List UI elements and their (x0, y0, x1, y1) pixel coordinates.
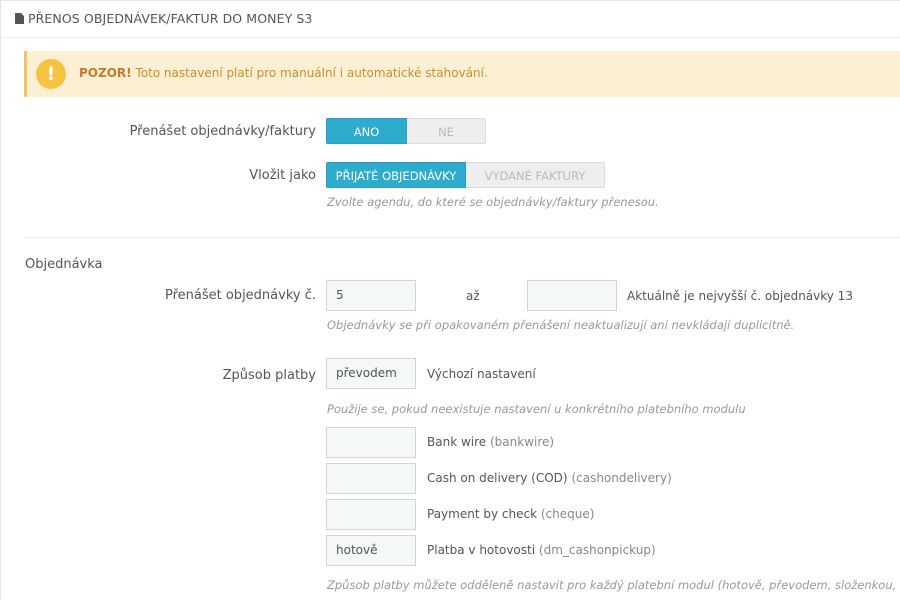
section-divider (24, 237, 900, 238)
order-range-label: Přenášet objednávky č. (164, 288, 316, 303)
payment-module-code: (cashondelivery) (571, 471, 672, 485)
received-orders-option[interactable]: PŘIJATÉ OBJEDNÁVKY (326, 162, 466, 188)
payment-module-input[interactable] (326, 499, 416, 530)
current-max-order-text: Aktuálně je nejvyšší č. objednávky 13 (627, 289, 853, 303)
payment-module-name: Platba v hotovosti (427, 543, 536, 557)
payment-module-input[interactable] (326, 463, 416, 494)
payment-module-label: Cash on delivery (COD) (cashondelivery) (427, 471, 672, 485)
payment-module-code: (bankwire) (489, 435, 555, 449)
order-range-help: Objednávky se při opakovaném přenášení n… (327, 318, 795, 332)
insert-as-help: Zvolte agendu, do které se objednávky/fa… (327, 195, 659, 209)
payment-module-input[interactable] (326, 427, 416, 458)
payment-default-label: Výchozí nastavení (427, 367, 536, 381)
payment-module-name: Payment by check (427, 507, 538, 521)
warning-text: Toto nastavení platí pro manuální i auto… (131, 66, 488, 80)
transfer-yes-option[interactable]: ANO (326, 118, 407, 144)
payment-module-label: Platba v hotovosti (dm_cashonpickup) (427, 543, 656, 557)
payment-help: Použije se, pokud neexistuje nastavení u… (327, 402, 746, 416)
order-from-input[interactable]: 5 (326, 280, 416, 311)
transfer-toggle[interactable]: ANO NE (326, 118, 486, 144)
transfer-no-option[interactable]: NE (407, 118, 486, 144)
payment-default-input[interactable]: převodem (326, 358, 416, 389)
payment-label: Způsob platby (222, 368, 316, 383)
payment-module-code: (cheque) (540, 507, 595, 521)
exclamation-icon: ! (36, 59, 66, 89)
payment-module-label: Bank wire (bankwire) (427, 435, 554, 449)
document-icon (15, 13, 24, 24)
insert-as-label: Vložit jako (249, 168, 316, 183)
insert-as-toggle[interactable]: PŘIJATÉ OBJEDNÁVKY VYDANÉ FAKTURY (326, 162, 605, 188)
warning-alert: ! POZOR! Toto nastavení platí pro manuál… (24, 51, 900, 97)
payment-module-code: (dm_cashonpickup) (538, 543, 656, 557)
payment-module-name: Bank wire (427, 435, 487, 449)
payment-module-input[interactable]: hotově (326, 535, 416, 566)
order-to-input[interactable] (527, 280, 617, 311)
section-title-order: Objednávka (25, 257, 103, 272)
payment-footer-help: Způsob platby můžete odděleně nastavit p… (327, 578, 900, 592)
transfer-label: Přenášet objednávky/faktury (129, 124, 316, 139)
panel-header: PŘENOS OBJEDNÁVEK/FAKTUR DO MONEY S3 (1, 1, 900, 38)
warning-message: POZOR! Toto nastavení platí pro manuální… (79, 66, 488, 80)
payment-module-label: Payment by check (cheque) (427, 507, 594, 521)
warning-strong: POZOR! (79, 66, 132, 80)
order-range-to-label: až (466, 289, 480, 303)
issued-invoices-option[interactable]: VYDANÉ FAKTURY (466, 162, 605, 188)
panel-title: PŘENOS OBJEDNÁVEK/FAKTUR DO MONEY S3 (28, 11, 313, 26)
payment-module-name: Cash on delivery (COD) (427, 471, 568, 485)
